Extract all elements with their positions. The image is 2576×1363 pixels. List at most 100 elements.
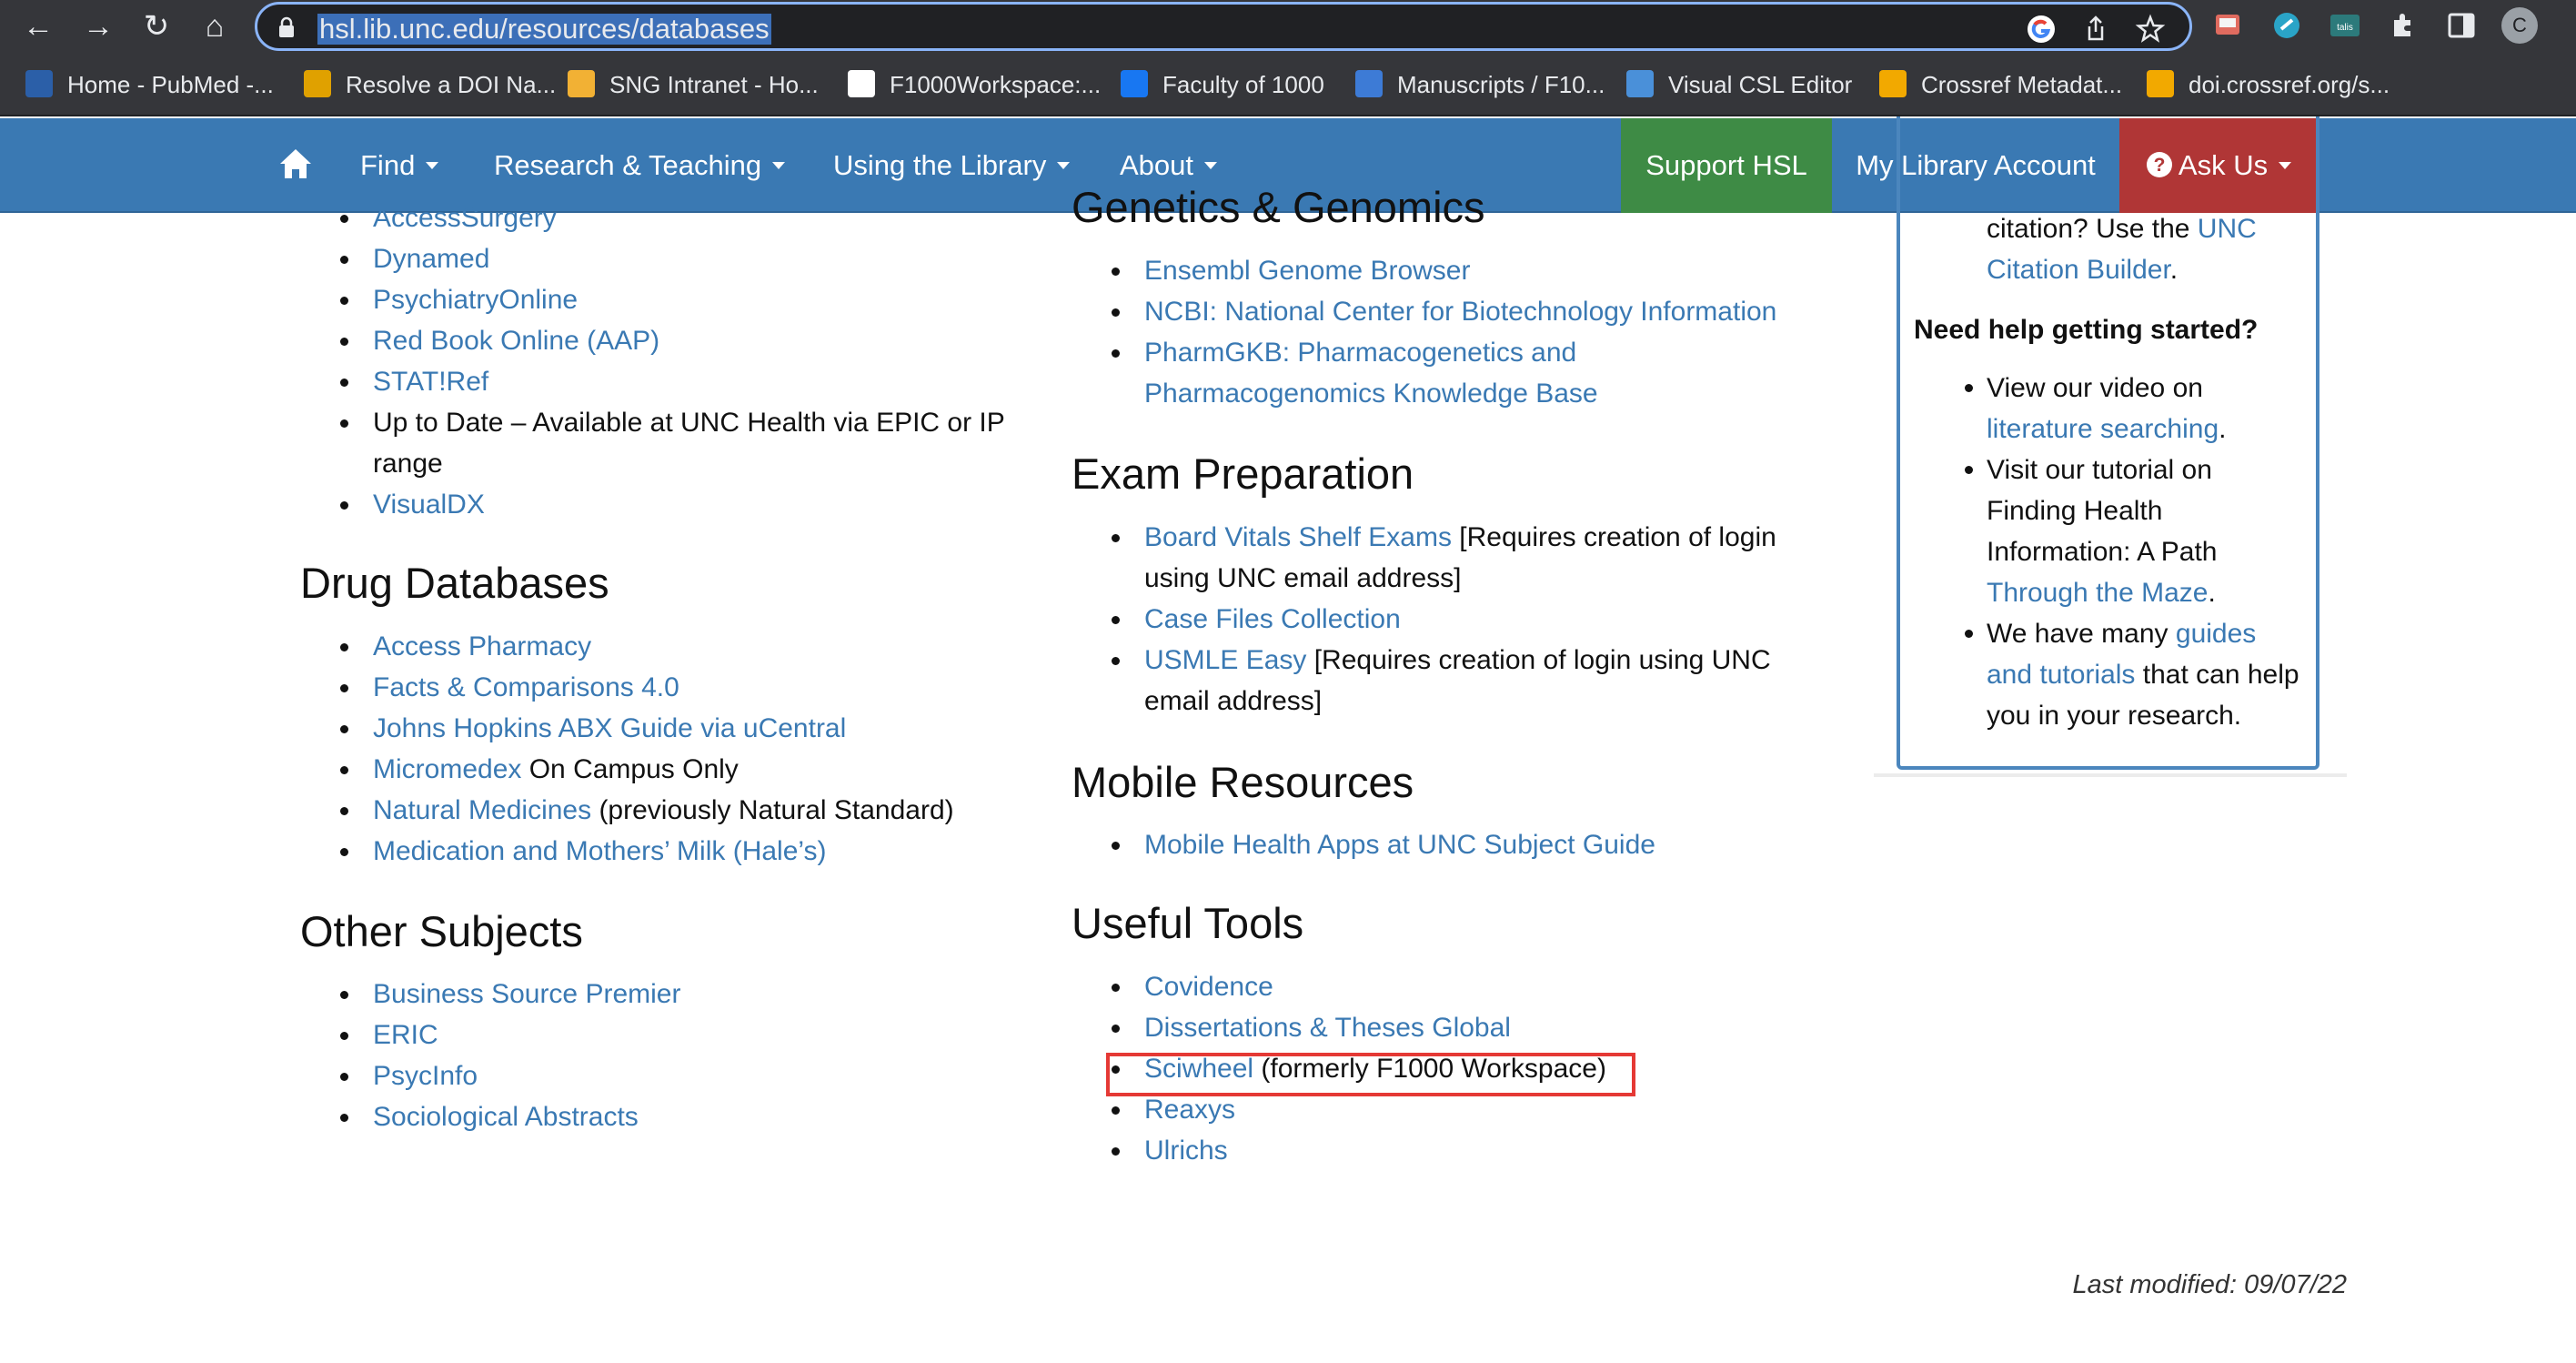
bookmark-item[interactable]: Visual CSL Editor xyxy=(1626,69,1852,100)
list-item: Case Files Collection xyxy=(1072,599,1776,640)
home-icon[interactable] xyxy=(278,147,313,180)
bullet xyxy=(1965,630,1973,638)
resource-link[interactable]: Business Source Premier xyxy=(373,979,680,1009)
genetics-genomics-heading: Genetics & Genomics xyxy=(1072,183,1485,231)
home-icon[interactable]: ⌂ xyxy=(195,7,235,45)
tutorials-link[interactable]: and tutorials xyxy=(1987,660,2135,690)
bookmarks-bar: Home - PubMed -... Resolve a DOI Na... SNG… xyxy=(0,53,2576,116)
profile-avatar[interactable]: C xyxy=(2501,7,2538,44)
bookmark-item[interactable]: Resolve a DOI Na... xyxy=(304,69,556,100)
back-arrow-icon[interactable]: ← xyxy=(18,7,58,45)
resource-link[interactable]: PsycInfo xyxy=(373,1061,478,1091)
last-modified-text: Last modified: 09/07/22 xyxy=(2072,1270,2347,1299)
bookmark-favicon-icon xyxy=(25,70,53,98)
citation-text-2: Citation Builder. xyxy=(1987,255,2179,285)
finding-health-link[interactable]: Finding Health xyxy=(1987,490,2162,531)
tutorial-text: Visit our tutorial on xyxy=(1987,455,2212,485)
bookmark-item[interactable]: F1000Workspace:... xyxy=(848,69,1101,100)
mobile-resources-list: Mobile Health Apps at UNC Subject Guide xyxy=(1072,824,1655,865)
resource-link[interactable]: Medication and Mothers’ Milk (Hale’s) xyxy=(373,836,827,866)
resource-link[interactable]: STAT!Ref xyxy=(373,367,488,397)
guides-text: We have many guides xyxy=(1987,619,2257,649)
resource-link[interactable]: Ulrichs xyxy=(1144,1136,1228,1166)
bookmark-item[interactable]: SNG Intranet - Ho... xyxy=(568,69,819,100)
bookmark-item[interactable]: Faculty of 1000 xyxy=(1121,69,1324,100)
bookmark-label: Faculty of 1000 xyxy=(1162,71,1324,98)
bookmark-item[interactable]: Home - PubMed -... xyxy=(25,69,274,100)
citation-builder-link[interactable]: Citation Builder xyxy=(1987,255,2170,285)
caret-down-icon xyxy=(1057,161,1071,169)
resource-link[interactable]: Dynamed xyxy=(373,244,489,274)
resource-link[interactable]: Mobile Health Apps at UNC Subject Guide xyxy=(1144,830,1655,860)
list-item: Natural Medicines (previously Natural St… xyxy=(300,790,954,831)
bookmark-favicon-icon xyxy=(304,70,331,98)
resource-link[interactable]: Reaxys xyxy=(1144,1095,1235,1125)
resource-link[interactable]: Access Pharmacy xyxy=(373,631,591,661)
guides-link[interactable]: guides xyxy=(2176,619,2256,649)
resource-link[interactable]: AccessSurgery xyxy=(373,203,557,233)
other-subjects-heading: Other Subjects xyxy=(300,907,583,955)
list-item: Johns Hopkins ABX Guide via uCentral xyxy=(300,708,954,749)
list-item: using UNC email address] xyxy=(1072,558,1776,599)
through-the-maze-link[interactable]: Through the Maze xyxy=(1987,578,2208,608)
resource-link[interactable]: Covidence xyxy=(1144,972,1273,1002)
help-heading: Need help getting started? xyxy=(1914,315,2259,345)
sidepanel-icon[interactable] xyxy=(2445,9,2478,42)
resource-link[interactable]: Pharmacogenomics Knowledge Base xyxy=(1144,379,1598,409)
resource-link[interactable]: Sociological Abstracts xyxy=(373,1102,639,1132)
bookmark-favicon-icon xyxy=(568,70,595,98)
bookmark-star-icon[interactable] xyxy=(2135,14,2166,45)
list-item: STAT!Ref xyxy=(300,361,1005,402)
resource-link[interactable]: Case Files Collection xyxy=(1144,604,1401,634)
list-item: PsycInfo xyxy=(300,1055,680,1096)
bookmark-item[interactable]: Crossref Metadat... xyxy=(1879,69,2122,100)
resource-link[interactable]: Facts & Comparisons 4.0 xyxy=(373,672,679,702)
extensions-puzzle-icon[interactable] xyxy=(2387,9,2420,42)
bookmark-label: Manuscripts / F10... xyxy=(1397,71,1605,98)
resource-link[interactable]: PsychiatryOnline xyxy=(373,285,578,315)
bullet xyxy=(1965,384,1973,392)
resource-link[interactable]: ERIC xyxy=(373,1020,438,1050)
bookmark-label: doi.crossref.org/s... xyxy=(2189,71,2390,98)
reload-icon[interactable]: ↻ xyxy=(136,7,176,45)
list-item: Mobile Health Apps at UNC Subject Guide xyxy=(1072,824,1655,865)
talis-extension-icon[interactable]: talis xyxy=(2329,9,2361,42)
google-icon[interactable] xyxy=(2026,14,2057,45)
clinical-databases-list: AccessSurgery Dynamed PsychiatryOnline Red … xyxy=(300,197,1005,525)
literature-searching-link[interactable]: literature searching xyxy=(1987,414,2219,444)
resource-link[interactable]: Red Book Online (AAP) xyxy=(373,326,659,356)
bookmark-item[interactable]: doi.crossref.org/s... xyxy=(2147,69,2390,100)
extension-1-icon[interactable] xyxy=(2212,9,2245,42)
sidebar-divider xyxy=(1874,773,2347,777)
resource-link[interactable]: Board Vitals Shelf Exams xyxy=(1144,522,1452,552)
list-item: Up to Date – Available at UNC Health via… xyxy=(300,402,1005,443)
list-item: Board Vitals Shelf Exams [Requires creat… xyxy=(1072,517,1776,558)
resource-link[interactable]: Johns Hopkins ABX Guide via uCentral xyxy=(373,713,846,743)
resource-link[interactable]: NCBI: National Center for Biotechnology … xyxy=(1144,297,1776,327)
resource-link[interactable]: Ensembl Genome Browser xyxy=(1144,256,1470,286)
resource-link[interactable]: Micromedex xyxy=(373,754,521,784)
resource-link[interactable]: Natural Medicines xyxy=(373,795,591,825)
share-icon[interactable] xyxy=(2080,14,2111,45)
resource-link[interactable]: VisualDX xyxy=(373,490,485,520)
support-hsl-button[interactable]: Support HSL xyxy=(1621,118,1832,213)
resource-note: range xyxy=(373,449,443,479)
bookmark-item[interactable]: Manuscripts / F10... xyxy=(1355,69,1605,100)
extension-2-icon[interactable] xyxy=(2270,9,2303,42)
resource-link[interactable]: PharmGKB: Pharmacogenetics and xyxy=(1144,338,1576,368)
address-bar[interactable]: hsl.lib.unc.edu/resources/databases xyxy=(255,2,2192,51)
list-item: PharmGKB: Pharmacogenetics and xyxy=(1072,332,1776,373)
unc-citation-link[interactable]: UNC xyxy=(2198,214,2257,244)
forward-arrow-icon[interactable]: → xyxy=(78,7,118,45)
finding-health-link-2[interactable]: Information: A Path xyxy=(1987,531,2218,572)
list-item: range xyxy=(300,443,1005,484)
url-text[interactable]: hsl.lib.unc.edu/resources/databases xyxy=(317,14,771,45)
video-text-2: literature searching. xyxy=(1987,414,2227,444)
resource-link[interactable]: USMLE Easy xyxy=(1144,645,1306,675)
resource-link[interactable]: Dissertations & Theses Global xyxy=(1144,1013,1511,1043)
guides-text-2: and tutorials that can help xyxy=(1987,660,2299,690)
tutorial-text-3: Through the Maze. xyxy=(1987,578,2216,608)
browser-toolbar: ← → ↻ ⌂ hsl.lib.unc.edu/resources/databa… xyxy=(0,0,2576,53)
lock-icon[interactable] xyxy=(277,16,296,38)
resource-note: [Requires creation of login xyxy=(1451,522,1776,552)
